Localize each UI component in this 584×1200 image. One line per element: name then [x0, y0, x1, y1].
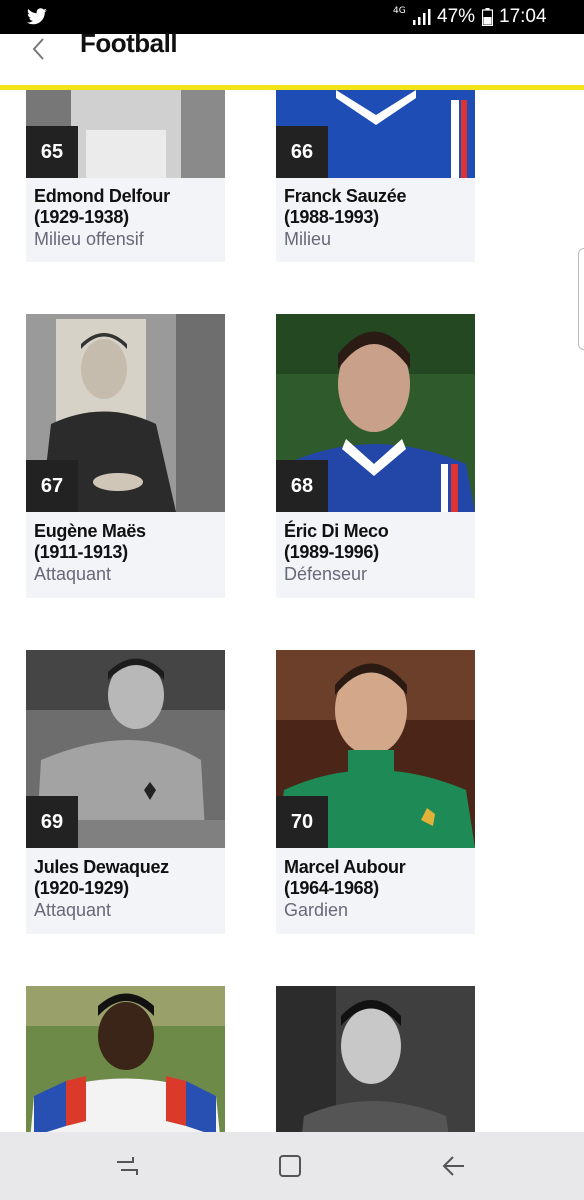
home-icon[interactable]: [276, 1152, 304, 1180]
player-card-partial[interactable]: [276, 986, 475, 1132]
player-name: Franck Sauzée: [284, 186, 407, 206]
recent-apps-icon[interactable]: [113, 1152, 141, 1180]
page-title: Football: [80, 28, 178, 58]
player-name: Eugène Maës: [34, 521, 146, 541]
player-years: (1911-1913): [34, 542, 128, 562]
network-type: 4G: [393, 6, 406, 16]
player-name: Jules Dewaquez: [34, 857, 169, 877]
rank-badge: 68: [276, 460, 328, 512]
player-years: (1964-1968): [284, 878, 379, 898]
player-position: Défenseur: [284, 564, 368, 584]
rank-badge: 69: [26, 796, 78, 848]
player-photo: [26, 986, 225, 1132]
player-card-70[interactable]: 70 Marcel Aubour (1964-1968) Gardien: [276, 650, 475, 934]
player-card-partial[interactable]: [26, 986, 225, 1132]
player-card-69[interactable]: 69 Jules Dewaquez (1920-1929) Attaquant: [26, 650, 225, 934]
chevron-left-icon[interactable]: [26, 36, 52, 62]
player-card-66[interactable]: 66 Franck Sauzée (1988-1993) Milieu: [276, 90, 475, 262]
player-years: (1929-1938): [34, 207, 129, 227]
battery-percent: 47%: [437, 6, 476, 27]
player-card-68[interactable]: 68 Éric Di Meco (1989-1996) Défenseur: [276, 314, 475, 598]
player-position: Attaquant: [34, 564, 112, 584]
app-header: Football: [0, 28, 584, 90]
battery-icon: [482, 8, 493, 26]
player-position: Attaquant: [34, 900, 112, 920]
player-position: Milieu offensif: [34, 229, 144, 249]
player-position: Gardien: [284, 900, 349, 920]
system-nav-bar: [0, 1132, 584, 1200]
signal-icon: [413, 9, 431, 25]
player-photo: [276, 986, 475, 1132]
player-card-67[interactable]: 67 Eugène Maës (1911-1913) Attaquant: [26, 314, 225, 598]
player-name: Edmond Delfour: [34, 186, 170, 206]
player-grid: 65 Edmond Delfour (1929-1938) Milieu off…: [0, 90, 584, 1132]
player-years: (1920-1929): [34, 878, 129, 898]
scroll-indicator[interactable]: [578, 248, 584, 350]
rank-badge: 67: [26, 460, 78, 512]
rank-badge: 65: [26, 126, 78, 178]
player-card-65[interactable]: 65 Edmond Delfour (1929-1938) Milieu off…: [26, 90, 225, 262]
player-years: (1989-1996): [284, 542, 379, 562]
player-position: Milieu: [284, 229, 332, 249]
player-name: Marcel Aubour: [284, 857, 406, 877]
clock: 17:04: [499, 6, 547, 27]
player-name: Éric Di Meco: [284, 521, 389, 541]
back-icon[interactable]: [440, 1152, 468, 1180]
rank-badge: 70: [276, 796, 328, 848]
rank-badge: 66: [276, 126, 328, 178]
twitter-icon: [27, 8, 47, 25]
player-years: (1988-1993): [284, 207, 379, 227]
